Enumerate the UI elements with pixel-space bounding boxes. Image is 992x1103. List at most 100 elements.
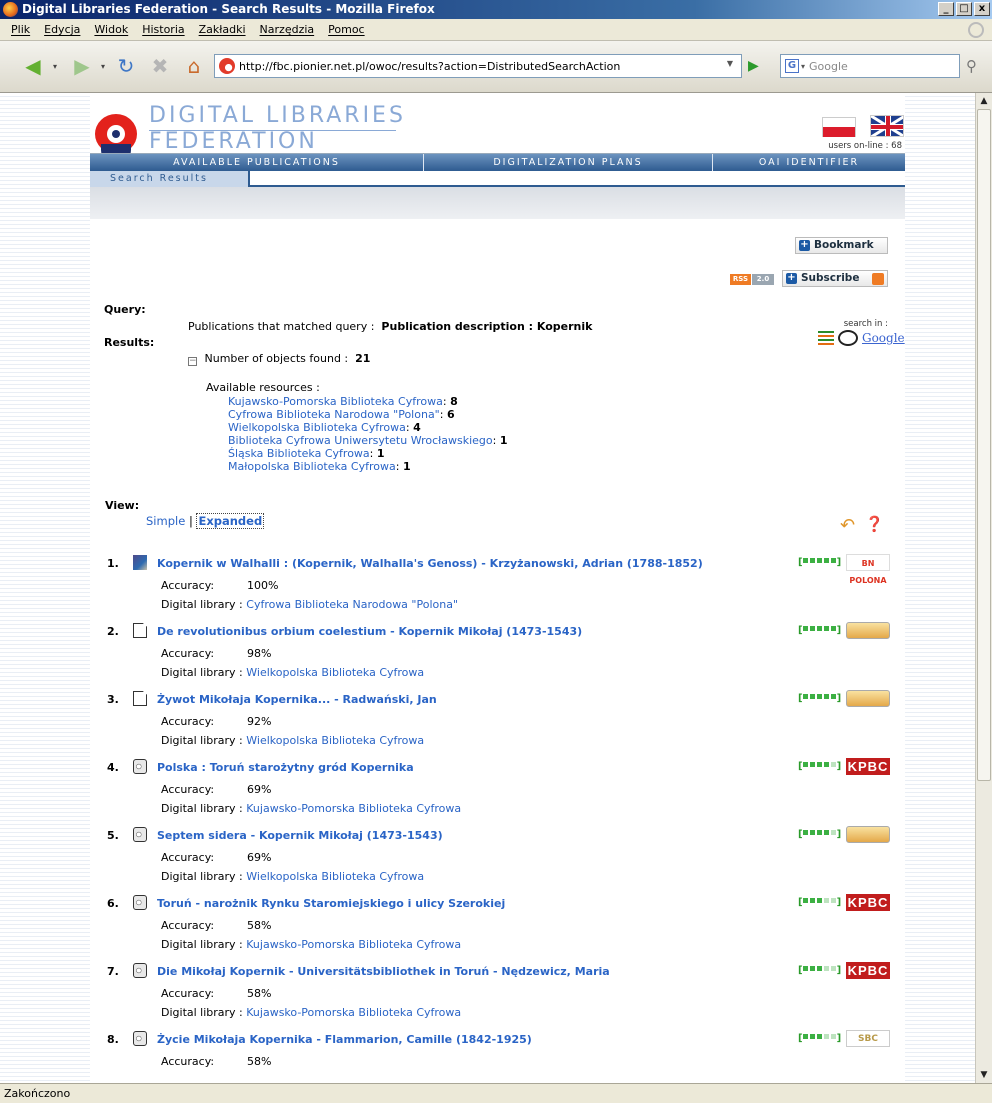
result-title-link[interactable]: Żywot Mikołaja Kopernika... - Radwański,… <box>157 693 437 706</box>
result-number: 4. <box>107 761 119 774</box>
library-link[interactable]: Wielkopolska Biblioteka Cyfrowa <box>246 870 424 883</box>
menu-item-plik[interactable]: Plik <box>4 23 37 36</box>
view-simple-link[interactable]: Simple <box>146 514 185 528</box>
nav-digitalization-plans[interactable]: DIGITALIZATION PLANS <box>424 154 713 171</box>
forward-dropdown-icon[interactable]: ▾ <box>98 53 108 79</box>
library-badge-icon[interactable] <box>846 622 890 639</box>
engine-dropdown-icon[interactable]: ▾ <box>801 62 805 71</box>
accuracy-value: 58% <box>247 919 272 932</box>
vertical-scrollbar[interactable]: ▲ ▼ <box>975 93 992 1083</box>
volume-type-icon <box>133 1031 147 1046</box>
polish-flag-icon[interactable] <box>822 117 856 137</box>
search-input[interactable]: G ▾ Google <box>780 54 960 78</box>
library-link[interactable]: Kujawsko-Pomorska Biblioteka Cyfrowa <box>246 938 461 951</box>
library-badge-icon[interactable] <box>846 826 890 843</box>
url-dropdown-icon[interactable]: ▼ <box>727 59 733 68</box>
menu-item-narzedzia[interactable]: Narzędzia <box>253 23 322 36</box>
europeana-search-icon[interactable] <box>838 330 858 346</box>
tab-search-results[interactable]: Search Results <box>90 171 250 187</box>
minimize-button[interactable]: _ <box>938 2 954 16</box>
resource-link[interactable]: Śląska Biblioteka Cyfrowa <box>228 447 370 460</box>
result-number: 1. <box>107 557 119 570</box>
google-engine-icon[interactable]: G <box>785 59 799 73</box>
library-link[interactable]: Kujawsko-Pomorska Biblioteka Cyfrowa <box>246 802 461 815</box>
back-button[interactable]: ◀ <box>18 53 48 79</box>
nav-oai-identifier[interactable]: OAI IDENTIFIER <box>713 154 905 171</box>
relevance-meter: [] <box>798 625 841 636</box>
accuracy-value: 69% <box>247 851 272 864</box>
accuracy-label: Accuracy: <box>161 579 215 592</box>
library-link[interactable]: Wielkopolska Biblioteka Cyfrowa <box>246 734 424 747</box>
library-badge-icon[interactable]: KPBC <box>846 894 890 911</box>
go-button[interactable]: ▶ <box>748 58 759 74</box>
view-expanded-link[interactable]: Expanded <box>196 513 265 529</box>
menu-item-zakladki[interactable]: Zakładki <box>192 23 253 36</box>
menu-item-historia[interactable]: Historia <box>135 23 191 36</box>
resource-link[interactable]: Cyfrowa Biblioteka Narodowa "Polona" <box>228 408 440 421</box>
resource-link[interactable]: Biblioteka Cyfrowa Uniwersytetu Wrocławs… <box>228 434 493 447</box>
resource-count: 8 <box>450 395 458 408</box>
accuracy-label: Accuracy: <box>161 987 215 1000</box>
resource-list: Kujawsko-Pomorska Biblioteka Cyfrowa: 8C… <box>228 395 508 473</box>
scroll-up-icon[interactable]: ▲ <box>976 93 992 109</box>
subscribe-button[interactable]: + Subscribe <box>782 270 888 287</box>
result-title-link[interactable]: Kopernik w Walhalli : (Kopernik, Walhall… <box>157 557 703 570</box>
fbc-search-icon[interactable] <box>818 331 834 345</box>
library-badge-icon[interactable]: KPBC <box>846 758 890 775</box>
result-title-link[interactable]: Życie Mikołaja Kopernika - Flammarion, C… <box>157 1033 532 1046</box>
english-flag-icon[interactable] <box>870 115 904 137</box>
forward-button[interactable]: ▶ <box>68 53 96 79</box>
back-dropdown-icon[interactable]: ▾ <box>50 53 60 79</box>
scroll-down-icon[interactable]: ▼ <box>976 1067 992 1083</box>
collapse-toggle-icon[interactable]: − <box>188 357 197 366</box>
library-badge-icon[interactable]: KPBC <box>846 962 890 979</box>
home-button[interactable]: ⌂ <box>180 53 208 79</box>
google-search-link[interactable]: Google <box>862 331 905 345</box>
menu-item-pomoc[interactable]: Pomoc <box>321 23 371 36</box>
accuracy-label: Accuracy: <box>161 1055 215 1068</box>
stop-button[interactable]: ✖ <box>146 53 174 79</box>
return-icon[interactable]: ↶ <box>840 515 855 536</box>
result-number: 2. <box>107 625 119 638</box>
result-title-link[interactable]: Toruń - narożnik Rynku Staromiejskiego i… <box>157 897 505 910</box>
library-link[interactable]: Wielkopolska Biblioteka Cyfrowa <box>246 666 424 679</box>
dlf-logo[interactable] <box>95 114 143 162</box>
library-link[interactable]: Kujawsko-Pomorska Biblioteka Cyfrowa <box>246 1006 461 1019</box>
library-link[interactable]: Cyfrowa Biblioteka Narodowa "Polona" <box>246 598 458 611</box>
relevance-meter: [] <box>798 1033 841 1044</box>
status-bar: Zakończono <box>0 1083 992 1103</box>
query-text: Publications that matched query : Public… <box>188 320 592 333</box>
result-title-link[interactable]: De revolutionibus orbium coelestium - Ko… <box>157 625 582 638</box>
result-title-link[interactable]: Die Mikołaj Kopernik - Universitätsbibli… <box>157 965 610 978</box>
rss-icon[interactable]: RSS <box>730 274 751 285</box>
library-label: Digital library : <box>161 734 243 747</box>
result-number: 6. <box>107 897 119 910</box>
library-line: Digital library : Kujawsko-Pomorska Bibl… <box>161 1006 461 1019</box>
url-bar[interactable]: http://fbc.pionier.net.pl/owoc/results?a… <box>214 54 742 78</box>
maximize-button[interactable]: □ <box>956 2 972 16</box>
menu-item-widok[interactable]: Widok <box>87 23 135 36</box>
navigation-toolbar: ◀ ▾ ▶ ▾ ↻ ✖ ⌂ http://fbc.pionier.net.pl/… <box>0 41 992 93</box>
search-icon[interactable]: ⚲ <box>966 57 977 75</box>
reload-button[interactable]: ↻ <box>112 53 140 79</box>
library-badge-icon[interactable] <box>846 690 890 707</box>
menu-item-edycja[interactable]: Edycja <box>37 23 87 36</box>
resource-link[interactable]: Kujawsko-Pomorska Biblioteka Cyfrowa <box>228 395 443 408</box>
result-title-link[interactable]: Polska : Toruń starożytny gród Kopernika <box>157 761 414 774</box>
close-button[interactable]: x <box>974 2 990 16</box>
help-icon[interactable]: ❓ <box>865 515 884 536</box>
bookmark-button[interactable]: + Bookmark <box>795 237 888 254</box>
available-resources-label: Available resources : <box>206 381 320 394</box>
rss-version-icon[interactable]: 2.0 <box>752 274 774 285</box>
accuracy-label: Accuracy: <box>161 851 215 864</box>
nav-available-publications[interactable]: AVAILABLE PUBLICATIONS <box>90 154 424 171</box>
resource-link[interactable]: Małopolska Biblioteka Cyfrowa <box>228 460 396 473</box>
users-online: users on-line : 68 <box>828 141 902 151</box>
accuracy-value: 100% <box>247 579 279 592</box>
resource-link[interactable]: Wielkopolska Biblioteka Cyfrowa <box>228 421 406 434</box>
library-badge-icon[interactable]: SBC <box>846 1030 890 1047</box>
result-number: 3. <box>107 693 119 706</box>
scroll-thumb[interactable] <box>977 109 991 781</box>
result-title-link[interactable]: Septem sidera - Kopernik Mikołaj (1473-1… <box>157 829 443 842</box>
library-badge-icon[interactable]: BN POLONA <box>846 554 890 585</box>
